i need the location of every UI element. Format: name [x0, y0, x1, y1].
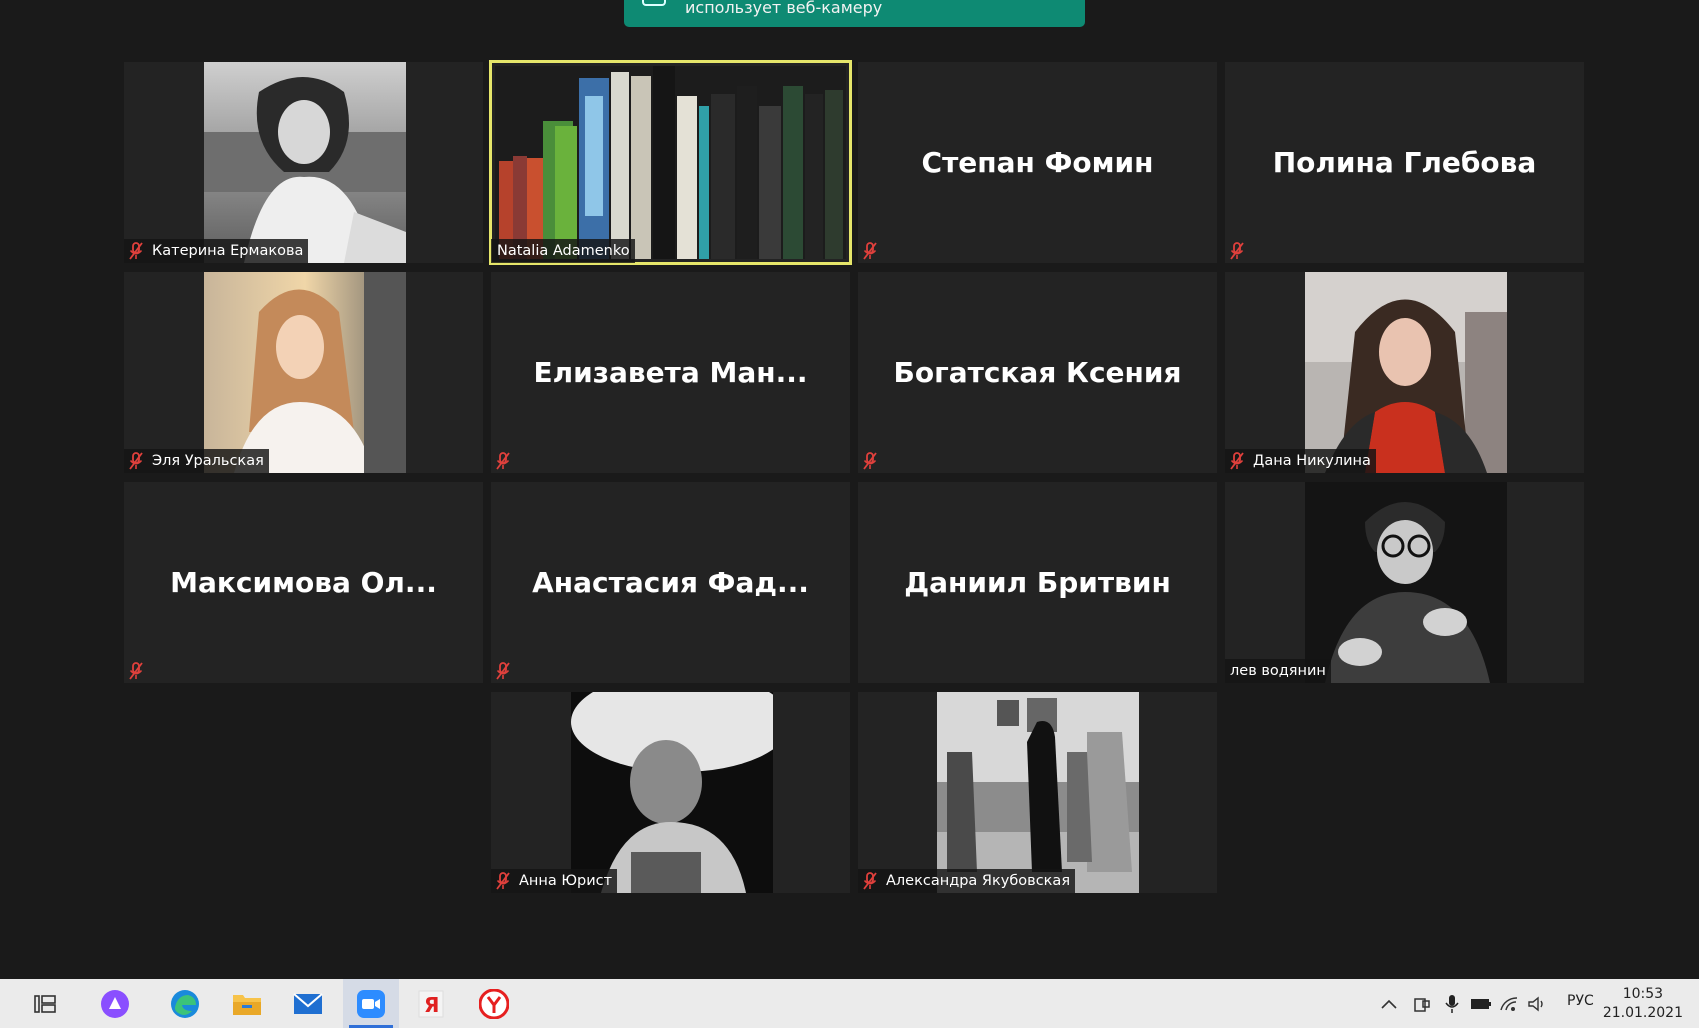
participant-display-name: Максимова Ол...	[170, 566, 437, 599]
alice-icon[interactable]	[100, 989, 130, 1019]
muted-mic-icon	[495, 662, 511, 680]
participant-name: Natalia Adamenko	[497, 243, 630, 259]
volume-icon[interactable]	[1525, 989, 1549, 1019]
participant-display-name: Богатская Ксения	[893, 356, 1182, 389]
participant-name: Эля Уральская	[152, 453, 264, 469]
muted-mic-icon	[128, 452, 144, 470]
clock-date: 21.01.2021	[1602, 1005, 1683, 1021]
participant-tile[interactable]: Даниил Бритвин	[858, 482, 1217, 683]
muted-mic-icon	[862, 872, 878, 890]
participant-name-label	[858, 449, 891, 473]
participant-name-label: Катерина Ермакова	[124, 239, 309, 263]
notification-text: использует веб-камеру	[685, 0, 883, 17]
file-explorer-icon[interactable]	[232, 989, 262, 1019]
muted-mic-icon	[128, 662, 144, 680]
camera-icon	[642, 0, 666, 6]
device-icon[interactable]	[1411, 989, 1433, 1019]
participant-name: Александра Якубовская	[886, 873, 1071, 889]
participant-tile-active-speaker[interactable]: Natalia Adamenko	[489, 60, 852, 265]
yandex-icon[interactable]: Я	[416, 989, 446, 1019]
participant-tile[interactable]: Степан Фомин	[858, 62, 1217, 263]
muted-mic-icon	[495, 872, 511, 890]
yandex-browser-icon[interactable]	[479, 989, 509, 1019]
battery-icon[interactable]	[1469, 989, 1493, 1019]
language-indicator[interactable]: РУС	[1567, 993, 1594, 1009]
participant-name: лев водянин	[1230, 663, 1326, 679]
participant-name-label: Дана Никулина	[1225, 449, 1376, 473]
participant-tile[interactable]: Эля Уральская	[124, 272, 483, 473]
muted-mic-icon	[862, 242, 878, 260]
participant-tile[interactable]: лев водянин	[1225, 482, 1584, 683]
muted-mic-icon	[128, 242, 144, 260]
participant-display-name: Полина Глебова	[1272, 146, 1537, 179]
muted-mic-icon	[862, 452, 878, 470]
participant-video	[1305, 482, 1507, 683]
participant-tile[interactable]: Максимова Ол...	[124, 482, 483, 683]
chevron-up-icon[interactable]	[1378, 989, 1400, 1019]
muted-mic-icon	[1229, 242, 1245, 260]
microphone-icon[interactable]	[1441, 989, 1463, 1019]
zoom-icon[interactable]	[356, 989, 386, 1019]
participant-display-name: Степан Фомин	[921, 146, 1154, 179]
mail-icon[interactable]	[293, 989, 323, 1019]
clock-time: 10:53	[1622, 986, 1664, 1002]
participant-tile[interactable]: Богатская Ксения	[858, 272, 1217, 473]
participant-name-label: лев водянин	[1225, 659, 1331, 683]
participant-display-name: Даниил Бритвин	[904, 566, 1171, 599]
participant-video	[1305, 272, 1507, 473]
system-clock[interactable]: 10:53 21.01.2021	[1603, 985, 1683, 1023]
muted-mic-icon	[1229, 452, 1245, 470]
participant-name-label: Александра Якубовская	[858, 869, 1076, 893]
edge-icon[interactable]	[170, 989, 200, 1019]
participant-video	[571, 692, 773, 893]
participant-tile[interactable]: Анна Юрист	[491, 692, 850, 893]
participant-name-label	[491, 659, 524, 683]
participant-video	[937, 692, 1139, 893]
participant-video	[204, 62, 406, 263]
participant-name-label	[858, 239, 891, 263]
participant-name-label	[124, 659, 157, 683]
participant-tile[interactable]: Полина Глебова	[1225, 62, 1584, 263]
wifi-icon[interactable]	[1497, 989, 1521, 1019]
svg-text:Я: Я	[424, 993, 439, 1017]
windows-taskbar: Я РУС 10:53 21.01.2021	[0, 979, 1699, 1028]
participant-name-label	[1225, 239, 1258, 263]
participant-tile[interactable]: Дана Никулина	[1225, 272, 1584, 473]
participant-tile[interactable]: Александра Якубовская	[858, 692, 1217, 893]
participant-video	[204, 272, 406, 473]
participant-tile[interactable]: Анастасия Фад...	[491, 482, 850, 683]
participant-name: Катерина Ермакова	[152, 243, 304, 259]
participant-tile[interactable]: Елизавета Ман...	[491, 272, 850, 473]
muted-mic-icon	[495, 452, 511, 470]
participant-tile[interactable]: Катерина Ермакова	[124, 62, 483, 263]
participant-name: Дана Никулина	[1253, 453, 1371, 469]
participant-video	[495, 66, 846, 259]
participant-name-label	[491, 449, 524, 473]
participant-display-name: Анастасия Фад...	[532, 566, 809, 599]
webcam-notification: использует веб-камеру	[624, 0, 1085, 27]
participant-name-label: Анна Юрист	[491, 869, 618, 893]
participant-display-name: Елизавета Ман...	[533, 356, 808, 389]
participant-name-label: Natalia Adamenko	[491, 239, 635, 263]
participant-name: Анна Юрист	[519, 873, 613, 889]
participant-name-label: Эля Уральская	[124, 449, 269, 473]
task-view-icon[interactable]	[30, 989, 60, 1019]
